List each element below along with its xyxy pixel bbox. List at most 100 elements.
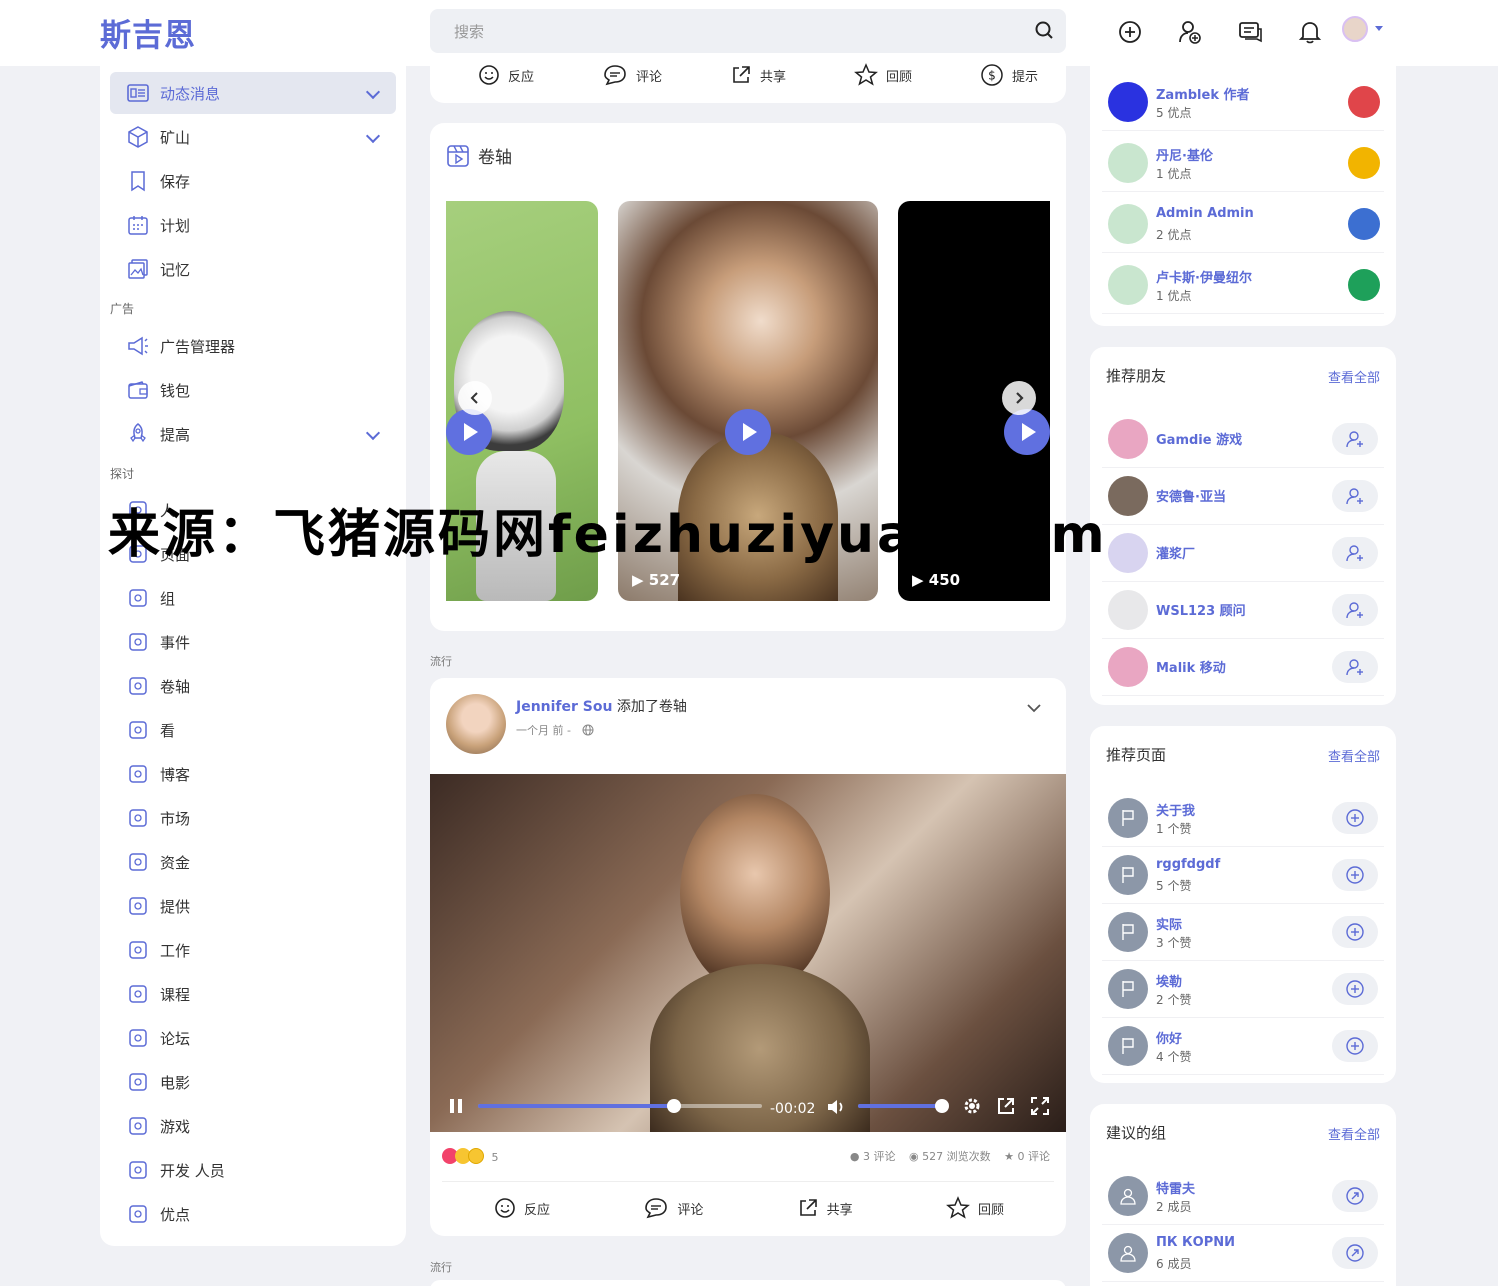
chevron-down-icon[interactable]	[365, 128, 381, 144]
add-friend-button[interactable]	[1332, 480, 1378, 512]
user-avatar[interactable]	[1108, 590, 1148, 630]
group-name[interactable]: ПК КОРNИ	[1156, 1235, 1235, 1250]
sidebar-item-boost[interactable]: 提高	[110, 413, 396, 455]
sidebar-item-calendar[interactable]: 事件	[110, 621, 396, 663]
sidebar-item-course[interactable]: 课程	[110, 973, 396, 1015]
create-icon[interactable]	[1100, 14, 1160, 50]
page-avatar[interactable]	[1108, 912, 1148, 952]
group-name[interactable]: 特雷夫	[1156, 1178, 1195, 1197]
friend-suggestion-row[interactable]: WSL123 顾问	[1102, 582, 1384, 639]
join-group-button[interactable]	[1332, 1237, 1378, 1269]
react-button[interactable]: 反应	[494, 1196, 550, 1220]
chevron-down-icon[interactable]	[1026, 702, 1042, 714]
user-name[interactable]: 灌浆厂	[1156, 543, 1195, 562]
page-avatar[interactable]	[1108, 855, 1148, 895]
friend-suggestion-row[interactable]: 灌浆厂	[1102, 525, 1384, 582]
like-page-button[interactable]	[1332, 916, 1378, 948]
group-avatar[interactable]	[1108, 1176, 1148, 1216]
sidebar-item-points[interactable]: 优点	[110, 1193, 396, 1235]
fullscreen-icon[interactable]	[1030, 1096, 1050, 1116]
tip-button[interactable]: $ 提示	[980, 63, 1038, 87]
play-button[interactable]	[446, 409, 492, 455]
user-avatar[interactable]	[1108, 143, 1148, 183]
friend-suggestion-row[interactable]: Malik 移动	[1102, 639, 1384, 696]
page-name[interactable]: 埃勒	[1156, 971, 1182, 990]
sidebar-item-briefcase[interactable]: 工作	[110, 929, 396, 971]
page-suggestion-row[interactable]: 关于我 1 个赞	[1102, 790, 1384, 847]
page-name[interactable]: rggfdgdf	[1156, 857, 1220, 872]
post-video[interactable]: -00:02	[430, 774, 1066, 1132]
friend-suggestion-row[interactable]: Gamdie 游戏	[1102, 411, 1384, 468]
user-avatar[interactable]	[1342, 16, 1368, 42]
share-button[interactable]: 共享	[797, 1196, 853, 1220]
play-button[interactable]	[1004, 409, 1050, 455]
add-friend-button[interactable]	[1332, 594, 1378, 626]
add-friend-icon[interactable]	[1160, 14, 1220, 50]
page-avatar[interactable]	[1108, 969, 1148, 1009]
user-name[interactable]: 卢卡斯·伊曼纽尔	[1156, 267, 1252, 286]
share-button[interactable]: 共享	[730, 63, 786, 87]
like-page-button[interactable]	[1332, 802, 1378, 834]
play-button[interactable]	[725, 409, 771, 455]
like-page-button[interactable]	[1332, 1030, 1378, 1062]
user-name[interactable]: Zamblek 作者	[1156, 84, 1250, 103]
user-avatar[interactable]	[1108, 419, 1148, 459]
leaderboard-row[interactable]: Admin Admin 2 优点	[1102, 196, 1384, 253]
volume-icon[interactable]	[826, 1098, 846, 1116]
page-suggestion-row[interactable]: 你好 4 个赞	[1102, 1018, 1384, 1075]
sidebar-item-movie[interactable]: 电影	[110, 1061, 396, 1103]
add-friend-button[interactable]	[1332, 651, 1378, 683]
sidebar-item-code[interactable]: 开发 人员	[110, 1149, 396, 1191]
sidebar-item-store[interactable]: 市场	[110, 797, 396, 839]
friend-suggestion-row[interactable]: 安德鲁·亚当	[1102, 468, 1384, 525]
notification-bell-icon[interactable]	[1280, 14, 1340, 50]
reels-prev-arrow[interactable]	[458, 381, 492, 415]
user-avatar[interactable]	[1108, 204, 1148, 244]
page-suggestion-row[interactable]: rggfdgdf 5 个赞	[1102, 847, 1384, 904]
pause-icon[interactable]	[448, 1098, 464, 1114]
group-avatar[interactable]	[1108, 1233, 1148, 1273]
see-all-link[interactable]: 查看全部	[1328, 367, 1380, 386]
sidebar-item-group[interactable]: 组	[110, 577, 396, 619]
sidebar-item-blog[interactable]: 博客	[110, 753, 396, 795]
chevron-down-icon[interactable]	[365, 425, 381, 441]
leaderboard-row[interactable]: 卢卡斯·伊曼纽尔 1 优点	[1102, 257, 1384, 314]
user-name[interactable]: 丹尼·基伦	[1156, 145, 1213, 164]
chevron-down-icon[interactable]	[365, 84, 381, 100]
user-avatar[interactable]	[1108, 647, 1148, 687]
leaderboard-row[interactable]: Zamblek 作者 5 优点	[1102, 74, 1384, 131]
sidebar-item-memories[interactable]: 记忆	[110, 248, 396, 290]
sidebar-item-wallet[interactable]: 钱包	[110, 369, 396, 411]
comments-count[interactable]: 3 评论	[863, 1150, 896, 1163]
chevron-down-icon[interactable]	[1375, 26, 1383, 31]
sidebar-item-newsfeed[interactable]: 动态消息	[110, 72, 396, 114]
sidebar-item-game[interactable]: 游戏	[110, 1105, 396, 1147]
popout-icon[interactable]	[996, 1096, 1016, 1116]
page-name[interactable]: 关于我	[1156, 800, 1195, 819]
user-name[interactable]: 安德鲁·亚当	[1156, 486, 1226, 505]
sidebar-item-reels[interactable]: 卷轴	[110, 665, 396, 707]
sidebar-item-forum[interactable]: 论坛	[110, 1017, 396, 1059]
user-avatar[interactable]	[1108, 265, 1148, 305]
group-suggestion-row[interactable]: ПК КОРNИ 6 成员	[1102, 1225, 1384, 1282]
like-page-button[interactable]	[1332, 859, 1378, 891]
react-button[interactable]: 反应	[478, 63, 534, 87]
video-progress-track[interactable]	[478, 1099, 762, 1113]
search-icon[interactable]	[1034, 20, 1054, 40]
author-name[interactable]: Jennifer Sou	[516, 699, 612, 715]
page-suggestion-row[interactable]: 实际 3 个赞	[1102, 904, 1384, 961]
comment-button[interactable]: 评论	[602, 63, 662, 87]
see-all-link[interactable]: 查看全部	[1328, 746, 1380, 765]
author-avatar[interactable]	[446, 694, 506, 754]
user-avatar[interactable]	[1108, 476, 1148, 516]
volume-handle[interactable]	[935, 1099, 949, 1113]
messages-icon[interactable]	[1220, 14, 1280, 50]
group-suggestion-row[interactable]: 特雷夫 2 成员	[1102, 1168, 1384, 1225]
sidebar-item-mine[interactable]: 矿山	[110, 116, 396, 158]
app-logo[interactable]: 斯吉恩	[100, 10, 196, 55]
sidebar-item-saved[interactable]: 保存	[110, 160, 396, 202]
page-avatar[interactable]	[1108, 1026, 1148, 1066]
reaction-summary[interactable]: 5	[442, 1148, 499, 1164]
user-name[interactable]: Gamdie 游戏	[1156, 429, 1242, 448]
page-name[interactable]: 你好	[1156, 1028, 1182, 1047]
